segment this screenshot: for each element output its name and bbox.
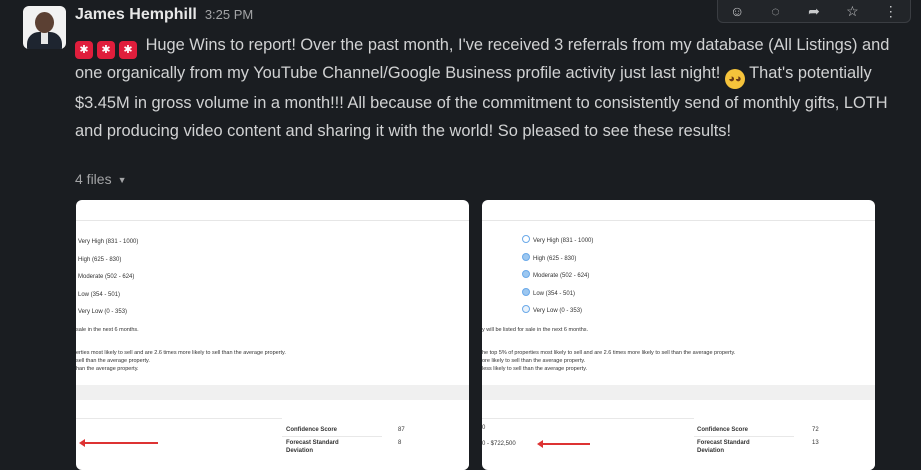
description-line: han the average property. [76,366,139,372]
legend-item: High (625 - 830) [78,256,122,263]
red-arrow-annotation [79,439,158,447]
author-avatar[interactable] [23,6,66,49]
radio-icon [522,305,530,313]
forecast-std-dev-label: Forecast Standard Deviation [286,440,339,454]
message-header: James Hemphill 3:25 PM [75,6,253,28]
radio-icon [522,235,530,243]
chevron-down-icon: ▼ [117,175,127,185]
section-divider [76,385,469,400]
files-toggle[interactable]: 4 files ▼ [75,171,127,187]
legend-item: Moderate (502 - 624) [78,274,135,280]
author-name[interactable]: James Hemphill [75,6,197,24]
forecast-std-dev-label: Forecast Standard Deviation [697,440,750,454]
forecast-std-dev-value: 13 [812,440,819,446]
legend-item: Moderate (502 - 624) [522,268,593,286]
legend-item: Very High (831 - 1000) [522,233,593,251]
divider [482,220,875,221]
message-body: ✱ ✱ ✱ Huge Wins to report! Over the past m… [75,31,915,145]
legend-label: Moderate (502 - 624) [533,273,590,279]
divider [282,436,382,437]
price-range-top: 0 [482,425,486,431]
confidence-score-value: 72 [812,427,819,433]
divider [694,436,794,437]
legend-item: Very Low (0 - 353) [78,309,128,315]
siren-emoji-icon: ✱ [97,41,115,59]
legend-label: Low (354 - 501) [533,290,576,297]
description-line: sell than the average property. [76,358,150,364]
bookmark-icon[interactable]: ☆ [843,3,861,19]
confidence-score-value: 87 [398,427,405,433]
description-line: sale in the next 6 months. [76,327,139,333]
file-preview-1[interactable]: Very High (831 - 1000) High (625 - 830) … [76,200,469,470]
radio-icon [522,252,530,261]
score-legend: Very High (831 - 1000) High (625 - 830) … [522,233,593,321]
price-range-value: 0 - $722,500 [482,441,516,447]
divider [76,220,469,221]
stats-table: Confidence Score 72 Forecast Standard De… [694,418,875,470]
more-icon[interactable]: ⋮ [882,3,900,19]
reply-thread-icon[interactable]: ◌ [767,3,785,19]
emoji-reaction-icon[interactable]: ☺ [728,3,746,19]
legend-item: High (625 - 830) [522,251,593,269]
legend-item: Low (354 - 501) [522,286,593,304]
description-line: he top 5% of properties most likely to s… [482,350,736,356]
radio-icon [522,287,530,296]
description-line: less likely to sell than the average pro… [482,366,588,372]
red-arrow-annotation [537,440,590,448]
radio-icon [522,270,530,278]
legend-item: Very High (831 - 1000) [78,239,139,245]
legend-label: High (625 - 830) [533,255,577,262]
score-legend: Very High (831 - 1000) High (625 - 830) … [78,234,138,322]
section-divider [482,385,875,400]
siren-emoji-icon: ✱ [119,41,137,59]
confidence-score-label: Confidence Score [286,427,338,433]
legend-label: Very High (831 - 1000) [533,238,594,244]
description-line: y will be listed for sale in the next 6 … [482,327,589,333]
file-preview-2[interactable]: Very High (831 - 1000) High (625 - 830) … [482,200,875,470]
forecast-std-dev-value: 8 [398,440,402,446]
legend-item: Low (354 - 501) [78,291,121,298]
avatar-face [35,12,54,33]
siren-emoji-icon: ✱ [75,41,93,59]
share-icon[interactable]: ➦ [805,3,823,19]
message-actions-toolbar: ☺ ◌ ➦ ☆ ⋮ [717,0,911,23]
legend-item: Very Low (0 - 353) [522,303,593,321]
confidence-score-label: Confidence Score [697,427,749,433]
message-timestamp[interactable]: 3:25 PM [205,7,253,22]
files-count-label: 4 files [75,171,112,187]
description-line: erties most likely to sell and are 2.6 t… [76,350,286,356]
stats-table: Confidence Score 87 Forecast Standard De… [282,418,469,470]
legend-label: Very Low (0 - 353) [533,308,583,314]
description-line: ore likely to sell than the average prop… [482,358,586,364]
flushed-emoji-icon: ◕◕ [724,69,745,89]
avatar-shirt [41,32,48,44]
